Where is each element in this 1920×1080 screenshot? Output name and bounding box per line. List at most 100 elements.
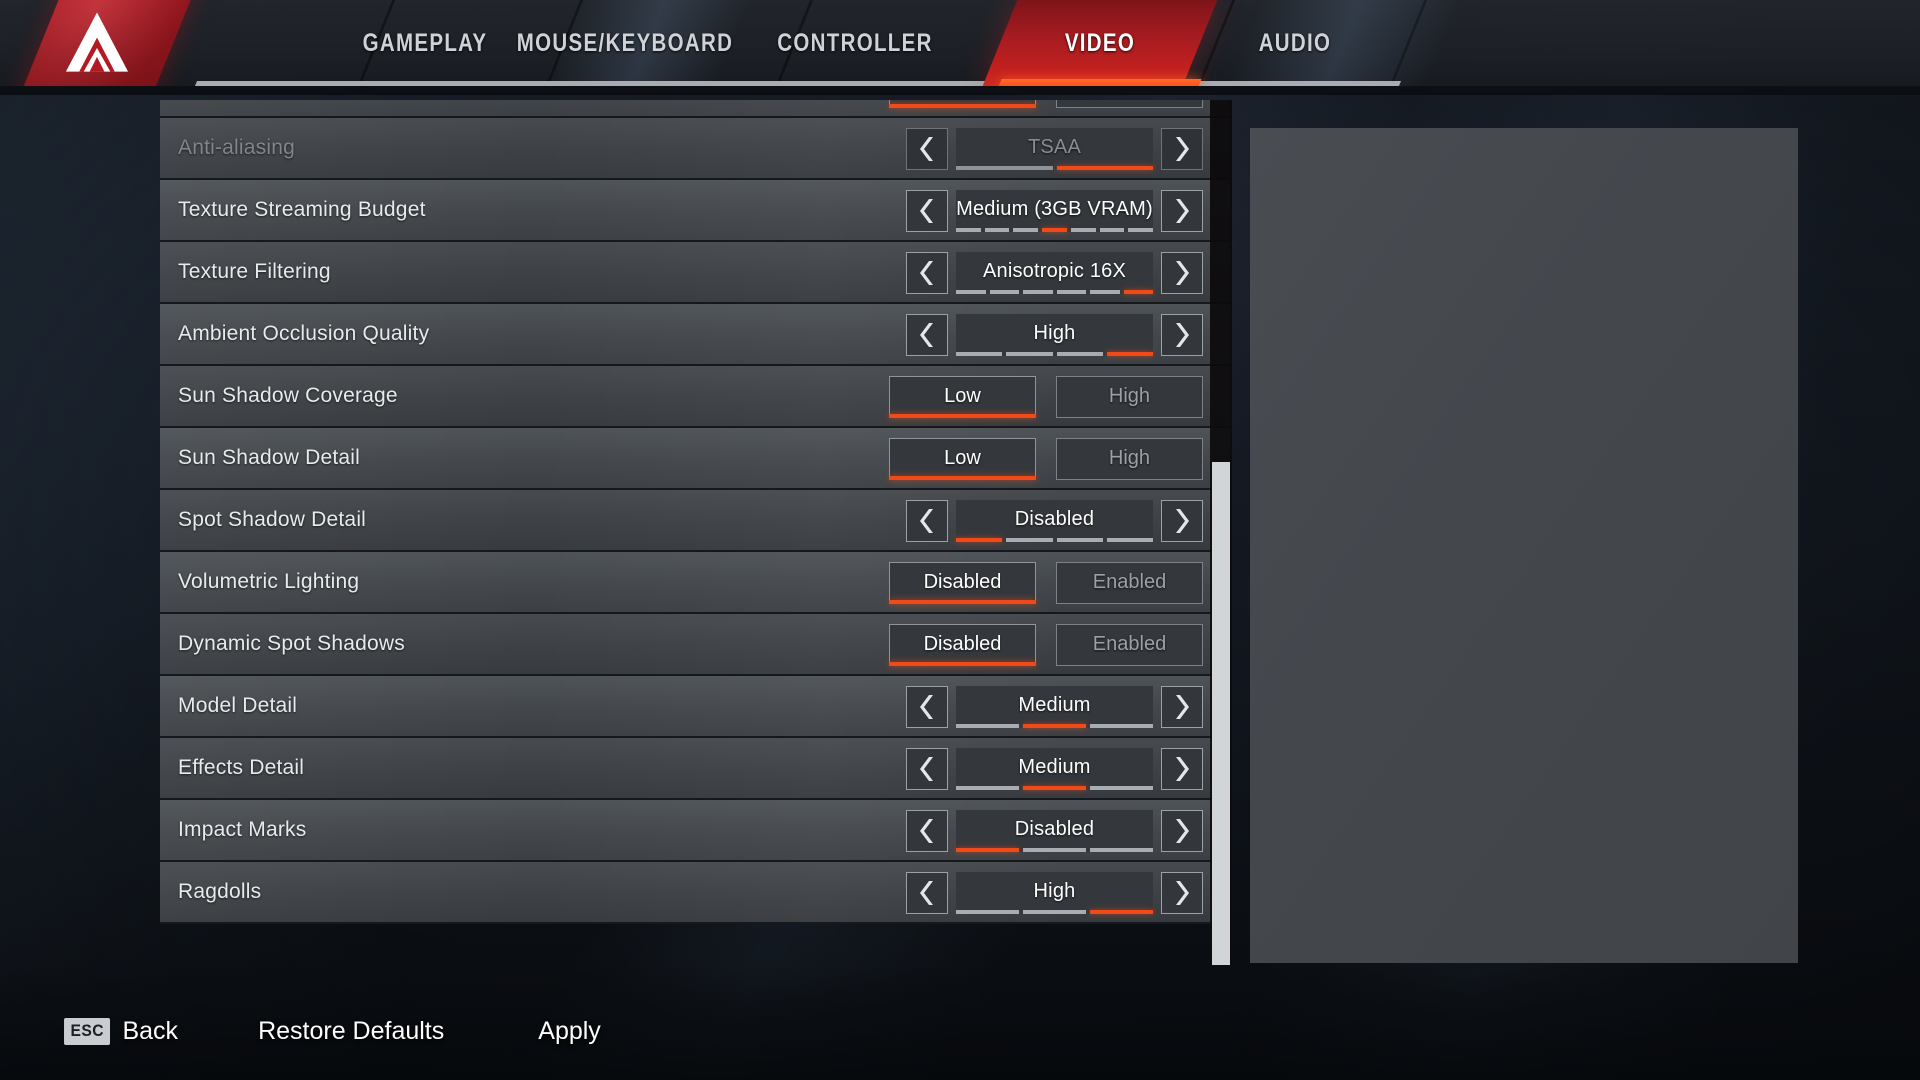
toggle-option[interactable]: Disabled — [889, 100, 1036, 108]
stepper-segment — [1006, 538, 1053, 542]
stepper-value: High — [1033, 321, 1076, 344]
chevron-left-icon[interactable] — [906, 252, 948, 294]
chevron-right-icon[interactable] — [1161, 748, 1203, 790]
chevron-left-icon[interactable] — [906, 190, 948, 232]
chevron-left-icon[interactable] — [906, 748, 948, 790]
tab-audio[interactable]: AUDIO — [1213, 0, 1377, 86]
toggle-option[interactable]: Enabled — [1056, 100, 1203, 108]
scrollbar-thumb[interactable] — [1212, 462, 1230, 965]
stepper-segment — [1056, 290, 1086, 294]
header-bottom-edge — [0, 86, 1920, 95]
tab-mouse-keyboard[interactable]: MOUSE/KEYBOARD — [517, 0, 732, 86]
stepper-segment — [1056, 352, 1103, 356]
setting-control: TSAA — [906, 118, 1203, 180]
toggle-option-label: Low — [944, 446, 981, 469]
setting-label: Anti-aliasing — [178, 136, 295, 159]
toggle-option[interactable]: Enabled — [1056, 624, 1203, 666]
toggle-options: Low High — [889, 438, 1203, 480]
stepper-segment — [1013, 228, 1039, 232]
stepper-segments — [956, 786, 1153, 790]
toggle-option-label: Low — [944, 384, 981, 407]
toggle-option-label: High — [1108, 384, 1151, 407]
setting-row: Effects Detail Medium — [160, 738, 1230, 800]
stepper-segment — [956, 290, 986, 294]
chevron-right-icon[interactable] — [1161, 190, 1203, 232]
chevron-left-icon[interactable] — [906, 314, 948, 356]
stepper-segments — [956, 228, 1154, 232]
toggle-option[interactable]: Disabled — [889, 562, 1036, 604]
stepper-value-box[interactable]: High — [956, 314, 1153, 356]
setting-row: Texture Streaming Budget Medium (3GB VRAM… — [160, 180, 1230, 242]
stepper-segment — [1023, 848, 1086, 852]
stepper-value: Medium — [1018, 693, 1091, 716]
setting-label: Ambient Occlusion Quality — [178, 322, 430, 345]
chevron-left-icon[interactable] — [906, 128, 948, 170]
apply-button[interactable]: Apply — [538, 1017, 601, 1046]
stepper-segment — [956, 166, 1053, 170]
stepper-value-box[interactable]: TSAA — [956, 128, 1153, 170]
toggle-options: Disabled Enabled — [889, 624, 1203, 666]
chevron-left-icon[interactable] — [906, 686, 948, 728]
stepper-segment — [956, 538, 1003, 542]
esc-key-badge: ESC — [64, 1018, 111, 1045]
stepper-value-box[interactable]: Disabled — [956, 810, 1153, 852]
chevron-left-icon[interactable] — [906, 500, 948, 542]
stepper-value: Disabled — [1014, 507, 1095, 530]
setting-control: Medium — [906, 738, 1203, 800]
stepper-segment — [1006, 352, 1053, 356]
stepper-segments — [956, 166, 1153, 170]
stepper-segment — [1128, 228, 1154, 232]
stepper-segment — [1090, 848, 1153, 852]
chevron-right-icon[interactable] — [1161, 500, 1203, 542]
toggle-option[interactable]: High — [1056, 376, 1203, 418]
toggle-option[interactable]: Enabled — [1056, 562, 1203, 604]
setting-control: Disabled — [906, 800, 1203, 862]
stepper-segment — [1023, 290, 1053, 294]
toggle-option-label: Enabled — [1092, 632, 1167, 655]
toggle-option[interactable]: High — [1056, 438, 1203, 480]
setting-control: Anisotropic 16X — [906, 242, 1203, 304]
setting-row: Dynamic Spot Shadows Disabled Enabled — [160, 614, 1230, 676]
toggle-option[interactable]: Low — [889, 376, 1036, 418]
chevron-right-icon[interactable] — [1161, 252, 1203, 294]
setting-label: Sun Shadow Detail — [178, 446, 361, 469]
stepper-segments — [956, 538, 1153, 542]
setting-row: Spot Shadow Detail Disabled — [160, 490, 1230, 552]
stepper-segment — [1023, 910, 1086, 914]
toggle-option[interactable]: Disabled — [889, 624, 1036, 666]
tab-controller[interactable]: CONTROLLER — [761, 0, 950, 86]
apex-legends-logo-icon — [65, 12, 129, 72]
chevron-right-icon[interactable] — [1161, 810, 1203, 852]
stepper-value-box[interactable]: Medium — [956, 748, 1153, 790]
stepper-segment — [1090, 910, 1153, 914]
back-button[interactable]: ESC Back — [62, 1017, 178, 1046]
stepper-value: Disabled — [1014, 817, 1095, 840]
tab-video[interactable]: VIDEO — [1018, 0, 1182, 86]
chevron-left-icon[interactable] — [906, 810, 948, 852]
chevron-right-icon[interactable] — [1161, 128, 1203, 170]
setting-row: Impact Marks Disabled — [160, 800, 1230, 862]
chevron-left-icon[interactable] — [906, 872, 948, 914]
stepper-value-box[interactable]: Anisotropic 16X — [956, 252, 1153, 294]
stepper-segment — [956, 910, 1019, 914]
setting-control: Medium — [906, 676, 1203, 738]
chevron-right-icon[interactable] — [1161, 872, 1203, 914]
tab-gameplay[interactable]: GAMEPLAY — [347, 0, 503, 86]
stepper-segment — [984, 228, 1010, 232]
stepper-value-box[interactable]: Medium — [956, 686, 1153, 728]
restore-defaults-button[interactable]: Restore Defaults — [258, 1017, 444, 1046]
toggle-options: Low High — [889, 376, 1203, 418]
chevron-right-icon[interactable] — [1161, 686, 1203, 728]
stepper-value-box[interactable]: Disabled — [956, 500, 1153, 542]
stepper-value-box[interactable]: Medium (3GB VRAM) — [956, 190, 1154, 232]
stepper-segment — [956, 724, 1019, 728]
setting-label: Ragdolls — [178, 880, 262, 903]
stepper-segment — [1090, 724, 1153, 728]
chevron-right-icon[interactable] — [1161, 314, 1203, 356]
stepper-segment — [1123, 290, 1153, 294]
stepper-value-box[interactable]: High — [956, 872, 1153, 914]
stepper-segment — [956, 352, 1003, 356]
toggle-option[interactable]: Low — [889, 438, 1036, 480]
stepper-segment — [1106, 352, 1153, 356]
stepper-value: Medium — [1018, 755, 1091, 778]
